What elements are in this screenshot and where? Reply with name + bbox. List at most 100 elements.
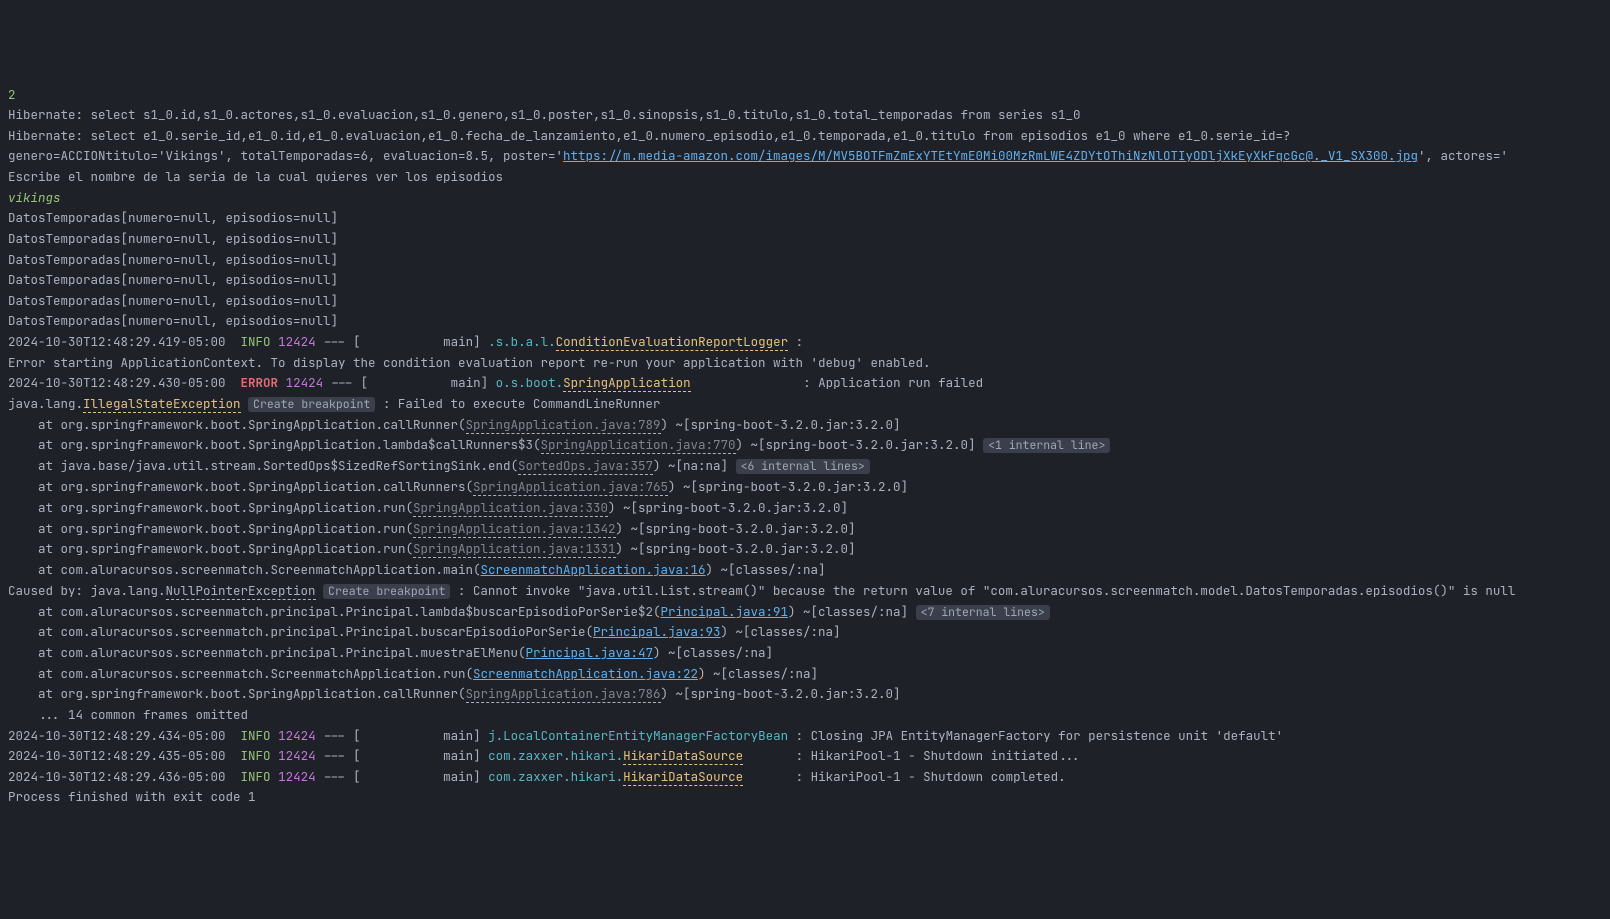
stack-location: at com.aluracursos.screenmatch.principal… (8, 623, 593, 640)
logger-name: j.LocalContainerEntityManagerFactoryBean (488, 727, 788, 744)
stack-frame: at java.base/java.util.stream.SortedOps$… (8, 456, 1602, 477)
temporada-text: DatosTemporadas[numero=null, episodios=n… (8, 312, 338, 329)
exception-line: java.lang.IllegalStateException Create b… (8, 394, 1602, 415)
logger-name[interactable]: ConditionEvaluationReportLogger (556, 333, 789, 351)
source-link[interactable]: ScreenmatchApplication.java:16 (481, 561, 706, 578)
log-level: INFO (241, 747, 271, 764)
source-link[interactable]: Principal.java:93 (593, 623, 721, 640)
logger-prefix: com.zaxxer.hikari. (488, 747, 623, 764)
source-link[interactable]: Principal.java:91 (661, 603, 789, 620)
poster-url-link[interactable]: https://m.media-amazon.com/images/M/MV5B… (563, 147, 1418, 164)
stack-frame: at com.aluracursos.screenmatch.principal… (8, 622, 1602, 643)
error-text: Error starting ApplicationContext. To di… (8, 353, 1602, 374)
thread-name: --- [ main] (331, 374, 496, 391)
stack-location: at org.springframework.boot.SpringApplic… (8, 685, 466, 702)
omitted-text: ... 14 common frames omitted (8, 706, 248, 723)
error-context-text: Error starting ApplicationContext. To di… (8, 354, 931, 371)
caused-by-line: Caused by: java.lang.NullPointerExceptio… (8, 581, 1602, 602)
user-input: vikings (8, 188, 1602, 209)
line-number: 2 (8, 86, 16, 103)
log-level: INFO (241, 768, 271, 785)
source-link[interactable]: SortedOps.java:357 (518, 457, 653, 475)
stack-location: at java.base/java.util.stream.SortedOps$… (8, 457, 518, 474)
log-level: INFO (241, 727, 271, 744)
log-line: 2024-10-30T12:48:29.430-05:00 ERROR 1242… (8, 373, 1602, 394)
logger-name[interactable]: HikariDataSource (623, 747, 743, 765)
source-link[interactable]: SpringApplication.java:765 (473, 478, 668, 496)
source-link[interactable]: ScreenmatchApplication.java:22 (473, 665, 698, 682)
stack-jar: ) ~[spring-boot-3.2.0.jar:3.2.0] (608, 499, 848, 516)
stack-location: at org.springframework.boot.SpringApplic… (8, 436, 541, 453)
temporada-text: DatosTemporadas[numero=null, episodios=n… (8, 251, 338, 268)
temporada-text: DatosTemporadas[numero=null, episodios=n… (8, 209, 338, 226)
exception-name[interactable]: IllegalStateException (83, 395, 241, 413)
temporada-output: DatosTemporadas[numero=null, episodios=n… (8, 208, 1602, 229)
console-output: 2 Hibernate: select s1_0.id,s1_0.actores,… (8, 85, 1602, 809)
source-link[interactable]: Principal.java:47 (526, 644, 654, 661)
log-message: : Application run failed (803, 374, 983, 391)
stack-jar: ) ~[spring-boot-3.2.0.jar:3.2.0] (661, 685, 901, 702)
stack-frame: at org.springframework.boot.SpringApplic… (8, 435, 1602, 456)
source-link[interactable]: SpringApplication.java:1331 (413, 540, 616, 558)
temporada-output: DatosTemporadas[numero=null, episodios=n… (8, 250, 1602, 271)
serie-suffix: ', actores=' (1418, 147, 1508, 164)
prompt-line: Escribe el nombre de la seria de la cual… (8, 167, 1602, 188)
log-message: : HikariPool-1 - Shutdown completed. (796, 768, 1066, 785)
stack-jar: ) ~[spring-boot-3.2.0.jar:3.2.0] (616, 520, 856, 537)
logger-prefix: com.zaxxer.hikari. (488, 768, 623, 785)
stack-frame: at org.springframework.boot.SpringApplic… (8, 519, 1602, 540)
output-number: 2 (8, 85, 1602, 106)
thread-name: --- [ main] (323, 747, 488, 764)
stack-location: at org.springframework.boot.SpringApplic… (8, 416, 466, 433)
collapsed-frames-chip[interactable]: <6 internal lines> (736, 459, 870, 474)
create-breakpoint-button[interactable]: Create breakpoint (248, 397, 375, 412)
stack-jar: ) ~[na:na] (653, 457, 728, 474)
log-line: 2024-10-30T12:48:29.436-05:00 INFO 12424… (8, 767, 1602, 788)
stack-location: at com.aluracursos.screenmatch.principal… (8, 644, 526, 661)
serie-prefix: genero=ACCIONtitulo='Vikings', totalTemp… (8, 147, 563, 164)
logger-prefix: o.s.boot. (496, 374, 564, 391)
temporada-output: DatosTemporadas[numero=null, episodios=n… (8, 270, 1602, 291)
stack-frame: at org.springframework.boot.SpringApplic… (8, 415, 1602, 436)
source-link[interactable]: SpringApplication.java:330 (413, 499, 608, 517)
sql-text: Hibernate: select e1_0.serie_id,e1_0.id,… (8, 127, 1291, 144)
collapsed-frames-chip[interactable]: <1 internal line> (983, 438, 1110, 453)
stack-frame: at com.aluracursos.screenmatch.principal… (8, 602, 1602, 623)
log-message: : (788, 333, 811, 350)
stack-frame: at org.springframework.boot.SpringApplic… (8, 498, 1602, 519)
timestamp: 2024-10-30T12:48:29.435-05:00 (8, 747, 226, 764)
logger-name[interactable]: HikariDataSource (623, 768, 743, 786)
stack-jar: ) ~[spring-boot-3.2.0.jar:3.2.0] (736, 436, 976, 453)
stack-jar: ) ~[classes/:na] (706, 561, 826, 578)
frames-omitted: ... 14 common frames omitted (8, 705, 1602, 726)
stack-frame: at com.aluracursos.screenmatch.Screenmat… (8, 560, 1602, 581)
sql-query: Hibernate: select s1_0.id,s1_0.actores,s… (8, 105, 1602, 126)
serie-output: genero=ACCIONtitulo='Vikings', totalTemp… (8, 146, 1602, 167)
stack-location: at org.springframework.boot.SpringApplic… (8, 520, 413, 537)
timestamp: 2024-10-30T12:48:29.434-05:00 (8, 727, 226, 744)
stack-frame: at com.aluracursos.screenmatch.principal… (8, 643, 1602, 664)
process-id: 12424 (278, 727, 316, 744)
logger-name[interactable]: SpringApplication (563, 374, 691, 392)
thread-name: --- [ main] (323, 727, 488, 744)
exit-line: Process finished with exit code 1 (8, 787, 1602, 808)
log-message: : Closing JPA EntityManagerFactory for p… (788, 727, 1283, 744)
stack-jar: ) ~[classes/:na] (721, 623, 841, 640)
collapsed-frames-chip[interactable]: <7 internal lines> (916, 605, 1050, 620)
logger-prefix: .s.b.a.l. (488, 333, 556, 350)
stack-jar: ) ~[classes/:na] (788, 603, 908, 620)
create-breakpoint-button[interactable]: Create breakpoint (323, 584, 450, 599)
log-line: 2024-10-30T12:48:29.435-05:00 INFO 12424… (8, 746, 1602, 767)
source-link[interactable]: SpringApplication.java:789 (466, 416, 661, 434)
source-link[interactable]: SpringApplication.java:786 (466, 685, 661, 703)
stack-location: at com.aluracursos.screenmatch.Screenmat… (8, 665, 473, 682)
log-level: ERROR (241, 374, 279, 391)
exception-package: java.lang. (8, 395, 83, 412)
source-link[interactable]: SpringApplication.java:770 (541, 436, 736, 454)
caused-by-exception[interactable]: NullPointerException (166, 582, 316, 600)
thread-name: --- [ main] (323, 333, 488, 350)
stack-location: at org.springframework.boot.SpringApplic… (8, 478, 473, 495)
stack-location: at org.springframework.boot.SpringApplic… (8, 499, 413, 516)
source-link[interactable]: SpringApplication.java:1342 (413, 520, 616, 538)
caused-by-message: : Cannot invoke "java.util.List.stream()… (450, 582, 1515, 599)
